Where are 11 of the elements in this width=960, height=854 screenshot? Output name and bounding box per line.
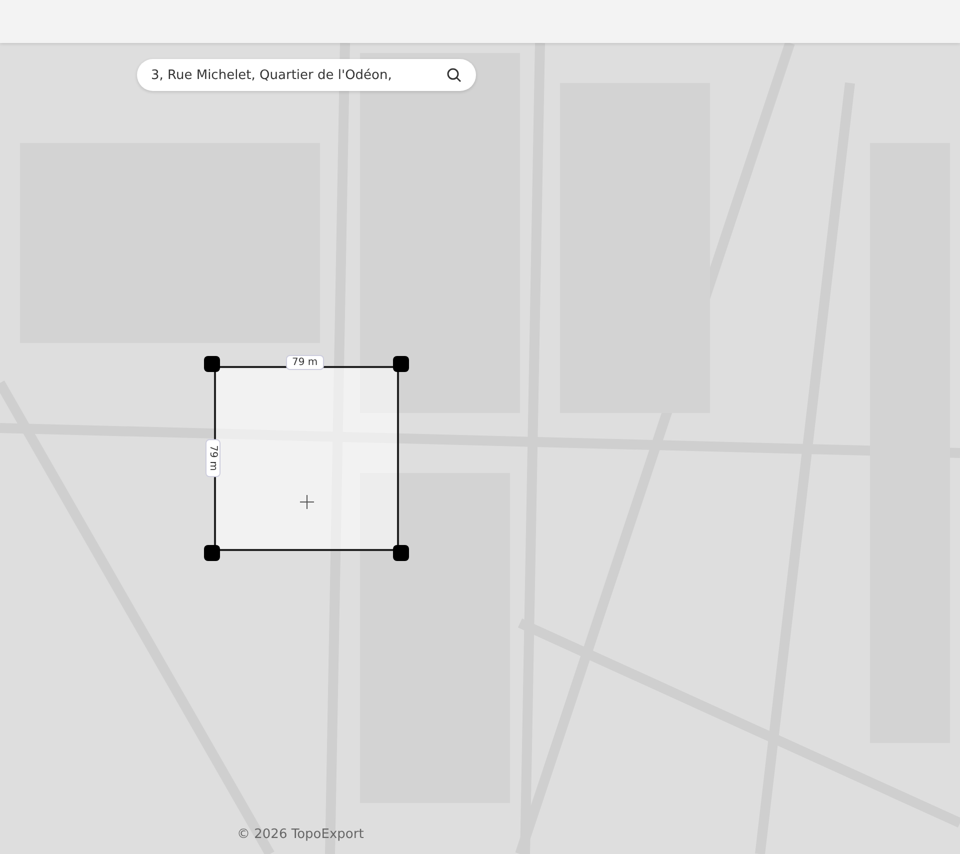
copyright-text: © 2026 TopoExport (237, 827, 364, 842)
resize-handle[interactable] (393, 545, 409, 561)
resize-handle[interactable] (393, 356, 409, 372)
resize-handle[interactable] (204, 545, 220, 561)
search-field[interactable]: 3, Rue Michelet, Quartier de l'Odéon, (137, 59, 476, 91)
crosshair-icon (300, 495, 314, 509)
width-label: 79 m (286, 355, 324, 370)
resize-handle[interactable] (204, 356, 220, 372)
height-label: 79 m (206, 439, 220, 477)
search-icon[interactable] (446, 67, 462, 83)
map-view[interactable]: 3, Rue Michelet, Quartier de l'Odéon, 79 m 79 m © 2026 TopoExport (0, 43, 960, 854)
